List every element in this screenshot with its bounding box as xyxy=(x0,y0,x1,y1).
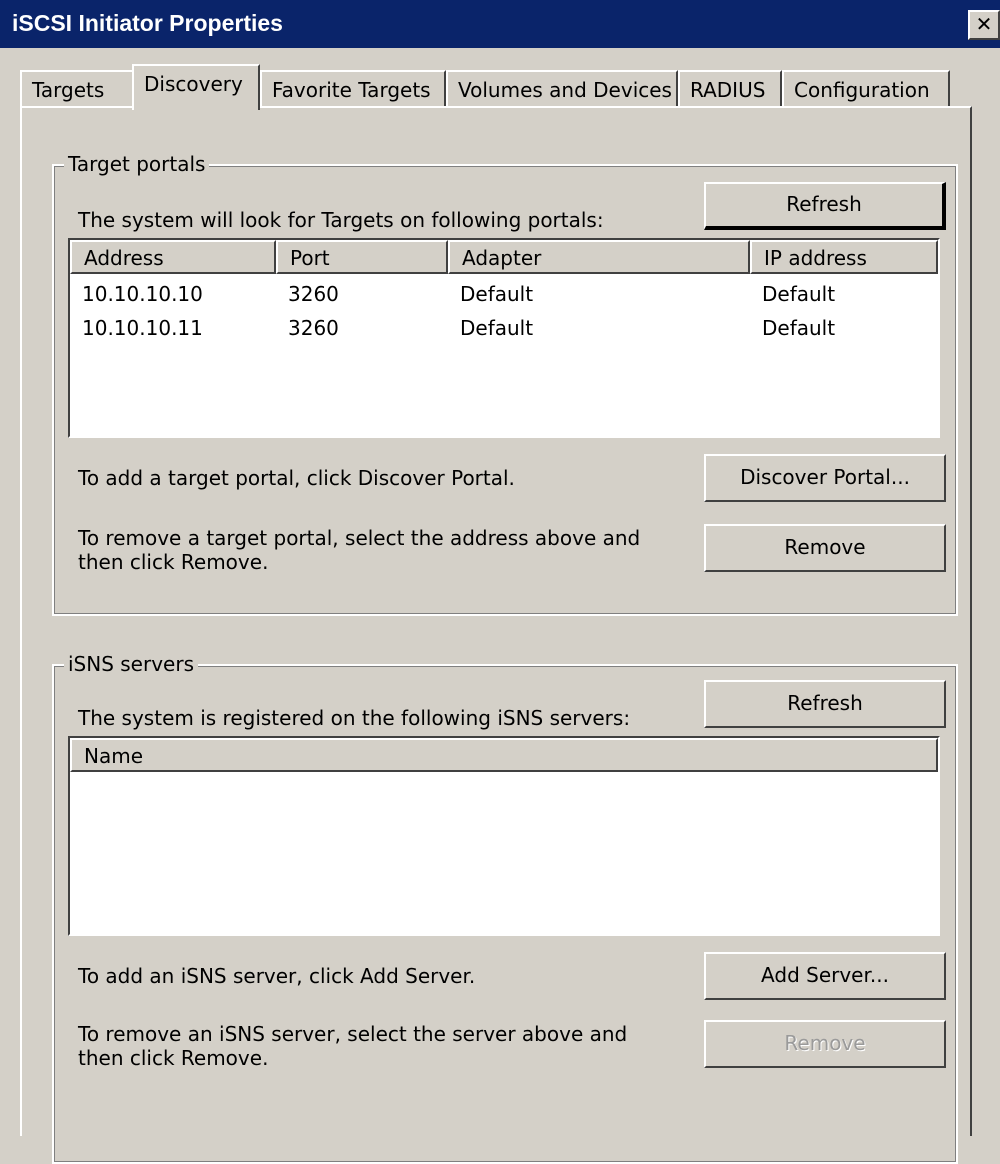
tab-configuration[interactable]: Configuration xyxy=(782,70,950,108)
target-portals-remove-button[interactable]: Remove xyxy=(704,524,946,572)
tab-favorite-targets[interactable]: Favorite Targets xyxy=(260,70,446,108)
tab-label: RADIUS xyxy=(690,78,766,102)
column-header-port[interactable]: Port xyxy=(276,240,448,274)
cell-ip-address: Default xyxy=(762,316,836,340)
close-icon: ✕ xyxy=(975,12,993,36)
button-label: Discover Portal... xyxy=(740,465,910,489)
column-header-address[interactable]: Address xyxy=(70,240,276,274)
table-row[interactable]: 10.10.10.11 3260 Default Default xyxy=(70,312,938,346)
cell-address: 10.10.10.10 xyxy=(82,282,203,306)
list-header: Address Port Adapter IP address xyxy=(70,240,938,274)
isns-remove-button[interactable]: Remove xyxy=(704,1020,946,1068)
tab-label: Volumes and Devices xyxy=(458,78,672,102)
tab-targets[interactable]: Targets xyxy=(20,70,136,108)
target-portals-remove-hint: To remove a target portal, select the ad… xyxy=(78,526,641,574)
title-bar: iSCSI Initiator Properties ✕ xyxy=(0,0,1000,48)
column-header-ip-address[interactable]: IP address xyxy=(750,240,938,274)
target-portals-add-hint: To add a target portal, click Discover P… xyxy=(78,466,515,490)
tab-volumes-and-devices[interactable]: Volumes and Devices xyxy=(446,70,678,108)
isns-servers-legend: iSNS servers xyxy=(64,652,198,676)
target-portals-legend: Target portals xyxy=(64,152,210,176)
column-header-adapter[interactable]: Adapter xyxy=(448,240,750,274)
list-header: Name xyxy=(70,738,938,772)
isns-servers-description: The system is registered on the followin… xyxy=(78,706,631,730)
button-label: Add Server... xyxy=(761,963,889,987)
target-portals-group: Target portals The system will look for … xyxy=(52,152,958,616)
tab-label: Discovery xyxy=(144,72,243,96)
isns-add-hint: To add an iSNS server, click Add Server. xyxy=(78,964,476,988)
cell-port: 3260 xyxy=(288,282,339,306)
close-button[interactable]: ✕ xyxy=(968,10,1000,40)
tab-label: Configuration xyxy=(794,78,930,102)
isns-servers-list[interactable]: Name xyxy=(68,736,940,936)
window-title: iSCSI Initiator Properties xyxy=(12,10,283,36)
isns-remove-hint: To remove an iSNS server, select the ser… xyxy=(78,1022,628,1070)
tab-label: Favorite Targets xyxy=(272,78,431,102)
tab-radius[interactable]: RADIUS xyxy=(678,70,782,108)
add-server-button[interactable]: Add Server... xyxy=(704,952,946,1000)
discovery-panel: Target portals The system will look for … xyxy=(20,106,972,1164)
target-portals-description: The system will look for Targets on foll… xyxy=(78,208,604,232)
cell-port: 3260 xyxy=(288,316,339,340)
cell-adapter: Default xyxy=(460,316,534,340)
button-label: Remove xyxy=(784,535,866,559)
isns-servers-group: iSNS servers The system is registered on… xyxy=(52,652,958,1164)
target-portals-refresh-button[interactable]: Refresh xyxy=(704,182,946,230)
column-header-name[interactable]: Name xyxy=(70,738,938,772)
target-portals-list[interactable]: Address Port Adapter IP address 10.10.10… xyxy=(68,238,940,438)
cell-adapter: Default xyxy=(460,282,534,306)
button-label: Refresh xyxy=(787,691,863,715)
tab-discovery[interactable]: Discovery xyxy=(132,64,260,110)
tab-strip: Targets Discovery Favorite Targets Volum… xyxy=(20,64,980,110)
isns-refresh-button[interactable]: Refresh xyxy=(704,680,946,728)
table-row[interactable]: 10.10.10.10 3260 Default Default xyxy=(70,278,938,312)
cell-address: 10.10.10.11 xyxy=(82,316,203,340)
button-label: Refresh xyxy=(786,192,862,216)
cell-ip-address: Default xyxy=(762,282,836,306)
discover-portal-button[interactable]: Discover Portal... xyxy=(704,454,946,502)
button-label: Remove xyxy=(784,1031,866,1055)
tab-label: Targets xyxy=(32,78,105,102)
